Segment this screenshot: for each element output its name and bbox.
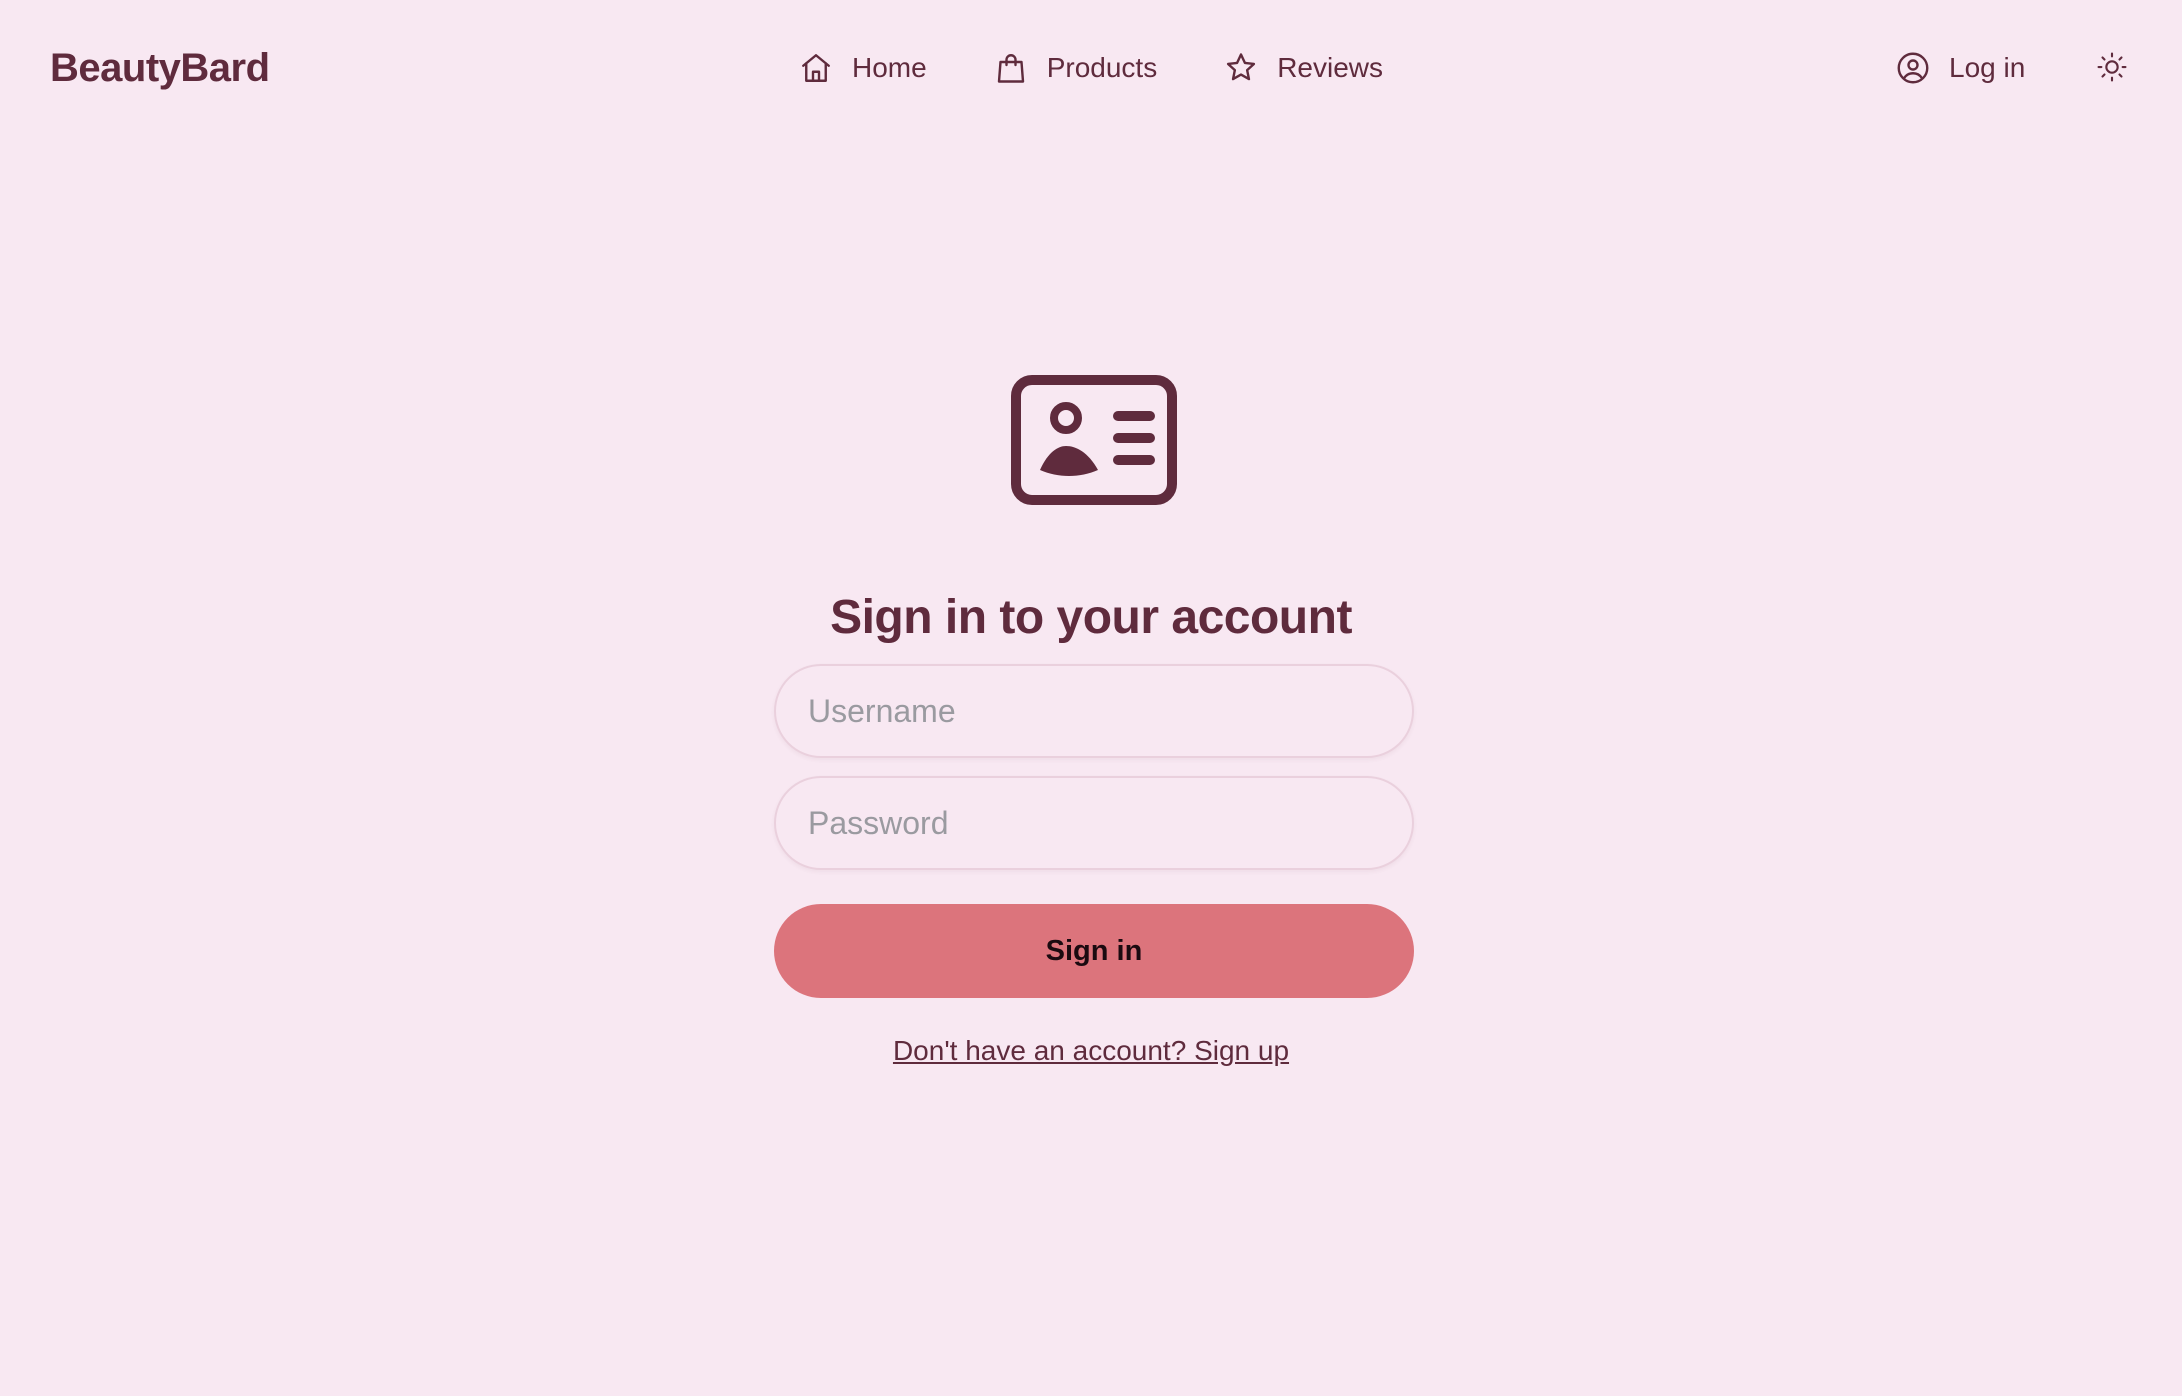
password-input[interactable] bbox=[774, 776, 1414, 870]
main-nav: Home Products Reviews bbox=[798, 44, 1383, 92]
nav-item-reviews-label: Reviews bbox=[1277, 52, 1384, 83]
login-link[interactable]: Log in bbox=[1895, 44, 2025, 92]
sun-icon bbox=[2095, 50, 2129, 84]
user-circle-icon bbox=[1895, 50, 1931, 86]
sign-in-button[interactable]: Sign in bbox=[774, 904, 1414, 998]
nav-item-products-label: Products bbox=[1046, 52, 1158, 83]
page-title: Sign in to your account bbox=[830, 591, 1352, 645]
id-card-icon bbox=[1010, 374, 1178, 506]
nav-item-home-label: Home bbox=[852, 52, 927, 83]
signup-link-label[interactable]: Don't have an account? Sign up bbox=[893, 1035, 1289, 1066]
theme-toggle-button[interactable] bbox=[2095, 50, 2129, 84]
login-label: Log in bbox=[1949, 52, 2026, 83]
top-navbar: BeautyBard Home Products Reviews Log in bbox=[0, 0, 2182, 136]
shopping-bag-icon bbox=[993, 50, 1029, 86]
username-input[interactable] bbox=[774, 664, 1414, 758]
star-icon bbox=[1223, 50, 1259, 86]
nav-item-home[interactable]: Home bbox=[798, 44, 927, 92]
signup-link[interactable]: Don't have an account? Sign up bbox=[0, 1031, 2182, 1071]
brand-logo[interactable]: BeautyBard bbox=[50, 43, 270, 93]
home-icon bbox=[798, 50, 834, 86]
nav-item-products[interactable]: Products bbox=[993, 44, 1158, 92]
nav-item-reviews[interactable]: Reviews bbox=[1223, 44, 1383, 92]
